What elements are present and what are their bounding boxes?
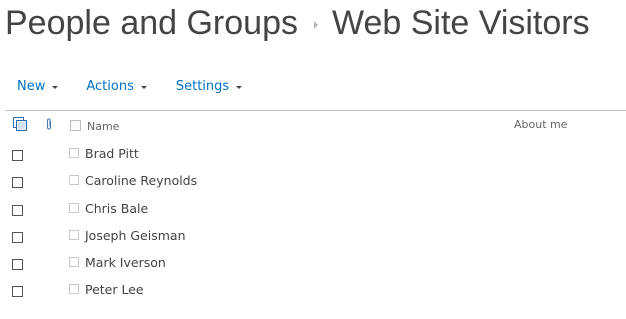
person-name-link[interactable]: Brad Pitt: [85, 146, 139, 161]
actions-menu[interactable]: Actions: [86, 79, 147, 94]
person-type-icon: [69, 148, 79, 158]
table-row: Joseph Geisman: [0, 221, 626, 248]
person-type-icon: [69, 257, 79, 268]
select-all-icon[interactable]: [12, 116, 28, 132]
person-name-link[interactable]: Joseph Geisman: [85, 228, 186, 243]
table-row: Caroline Reynolds: [0, 166, 626, 193]
settings-menu[interactable]: Settings: [175, 79, 243, 94]
attachment-icon: [46, 118, 52, 130]
new-menu[interactable]: New: [17, 79, 59, 94]
people-list: Brad Pitt Caroline Reynolds Chris Bale J…: [0, 139, 626, 303]
person-name-link[interactable]: Chris Bale: [85, 201, 148, 216]
row-checkbox[interactable]: [12, 150, 23, 161]
row-checkbox[interactable]: [12, 286, 23, 298]
about-column-header[interactable]: About me: [514, 118, 568, 131]
table-row: Brad Pitt: [0, 139, 626, 166]
type-column-icon: [70, 120, 81, 131]
table-row: Chris Bale: [0, 194, 626, 221]
name-column-header[interactable]: Name: [70, 119, 120, 133]
row-checkbox[interactable]: [12, 204, 23, 216]
row-checkbox[interactable]: [12, 177, 23, 189]
table-row: Mark Iverson: [0, 248, 626, 275]
settings-menu-label: Settings: [175, 79, 230, 94]
person-name-link[interactable]: Caroline Reynolds: [85, 173, 197, 188]
person-name-link[interactable]: Peter Lee: [85, 282, 144, 297]
page: People and Groups Web Site Visitors New …: [0, 0, 626, 319]
name-header-label: Name: [87, 120, 120, 133]
table-header: Name About me: [0, 114, 626, 136]
person-type-icon: [69, 229, 79, 240]
caret-down-icon: [236, 86, 243, 89]
breadcrumb-people-and-groups[interactable]: People and Groups: [5, 4, 298, 43]
toolbar: New Actions Settings: [17, 79, 243, 94]
person-type-icon: [69, 175, 79, 186]
person-name-link[interactable]: Mark Iverson: [85, 255, 166, 270]
row-checkbox[interactable]: [12, 231, 23, 243]
breadcrumb-separator-icon: [313, 21, 318, 29]
table-row: Peter Lee: [0, 275, 626, 302]
caret-down-icon: [52, 86, 59, 89]
actions-menu-label: Actions: [86, 79, 134, 94]
person-type-icon: [69, 202, 79, 213]
caret-down-icon: [140, 86, 147, 89]
person-type-icon: [69, 284, 79, 295]
breadcrumb-current-group: Web Site Visitors: [331, 3, 590, 42]
row-checkbox[interactable]: [12, 259, 23, 271]
page-title: People and Groups Web Site Visitors: [5, 0, 590, 46]
new-menu-label: New: [17, 79, 46, 94]
toolbar-divider: [5, 110, 626, 111]
